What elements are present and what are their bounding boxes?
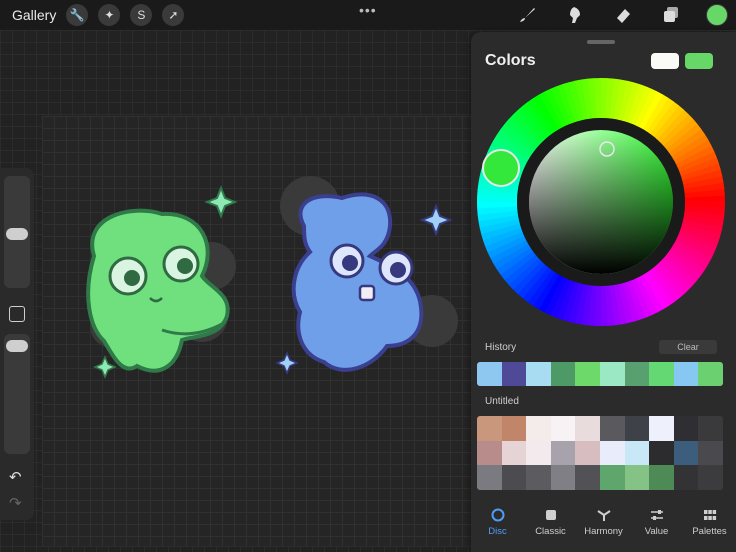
tab-palettes[interactable]: Palettes	[683, 502, 736, 542]
history-label: History	[485, 342, 517, 353]
history-swatch[interactable]	[673, 362, 699, 386]
layers-icon[interactable]	[660, 4, 682, 26]
magic-wand-icon[interactable]: ✦	[98, 4, 121, 26]
left-sidebar: ↶ ↷	[0, 168, 34, 520]
hue-handle[interactable]	[482, 149, 520, 187]
selection-icon[interactable]: S	[130, 4, 153, 26]
palette-label: Untitled	[485, 396, 519, 407]
palette-swatch[interactable]	[698, 465, 723, 490]
history-swatch[interactable]	[550, 362, 576, 386]
palette-swatch[interactable]	[673, 465, 699, 490]
tab-label: Disc	[488, 525, 507, 537]
current-color-button[interactable]	[706, 4, 728, 26]
more-options-handle[interactable]: •••	[359, 2, 377, 18]
palette-swatch[interactable]	[526, 465, 551, 490]
tab-label: Classic	[535, 525, 566, 537]
palette-swatch[interactable]	[477, 440, 502, 466]
smudge-icon[interactable]	[564, 4, 586, 26]
opacity-handle[interactable]	[6, 340, 28, 352]
classic-square-icon	[544, 508, 558, 522]
panel-title: Colors	[485, 52, 536, 69]
right-toolbar	[490, 4, 728, 26]
palette-swatch[interactable]	[575, 440, 600, 466]
palette-swatch[interactable]	[649, 440, 674, 466]
history-swatch[interactable]	[526, 362, 551, 386]
tab-disc[interactable]: Disc	[471, 502, 524, 542]
history-swatch[interactable]	[698, 362, 723, 386]
previous-color-swatch[interactable]	[651, 53, 679, 69]
artwork-illustration	[86, 176, 458, 379]
palette-swatch[interactable]	[624, 440, 650, 466]
palette-swatch[interactable]	[575, 465, 600, 490]
wrench-icon[interactable]: 🔧	[66, 4, 89, 26]
history-swatches	[477, 362, 723, 386]
palette-swatch[interactable]	[477, 465, 502, 490]
palette-swatch[interactable]	[526, 440, 551, 466]
palette-swatch[interactable]	[501, 440, 527, 466]
clear-history-button[interactable]: Clear	[659, 340, 717, 354]
palette-swatch[interactable]	[624, 465, 650, 490]
opacity-slider[interactable]	[4, 334, 30, 454]
undo-icon[interactable]: ↶	[9, 468, 22, 486]
palette-swatch[interactable]	[575, 416, 600, 441]
tab-label: Harmony	[584, 525, 623, 537]
history-swatch[interactable]	[575, 362, 600, 386]
redo-icon[interactable]: ↷	[9, 494, 22, 512]
tab-value[interactable]: Value	[630, 502, 683, 542]
palettes-grid-icon	[703, 508, 717, 522]
color-disc[interactable]	[471, 76, 736, 330]
palette-swatch[interactable]	[501, 416, 527, 441]
palette-swatch[interactable]	[600, 465, 625, 490]
history-swatch[interactable]	[624, 362, 650, 386]
tab-label: Value	[644, 525, 669, 537]
transform-arrow-icon[interactable]: ➚	[162, 4, 185, 26]
top-toolbar: Gallery 🔧 ✦ S ➚ •••	[0, 0, 736, 30]
tab-label: Palettes	[692, 525, 727, 537]
palette-swatch[interactable]	[550, 440, 576, 466]
palette-swatch[interactable]	[649, 465, 674, 490]
gallery-button[interactable]: Gallery	[12, 7, 56, 23]
palette-swatch[interactable]	[698, 416, 723, 441]
disc-icon	[491, 508, 505, 522]
history-swatch[interactable]	[599, 362, 625, 386]
value-sliders-icon	[650, 508, 664, 522]
current-color-swatch[interactable]	[685, 53, 713, 69]
eraser-icon[interactable]	[612, 4, 634, 26]
palette-swatch[interactable]	[600, 440, 625, 466]
tab-classic[interactable]: Classic	[524, 502, 577, 542]
history-swatch[interactable]	[477, 362, 502, 386]
history-swatch[interactable]	[649, 362, 674, 386]
color-mode-tabs: Disc Classic Harmony Value Palettes	[471, 502, 736, 542]
brush-icon[interactable]	[516, 4, 538, 26]
palette-grid	[477, 416, 723, 490]
modify-button[interactable]	[9, 306, 25, 322]
palette-swatch[interactable]	[673, 440, 699, 466]
palette-swatch[interactable]	[600, 416, 625, 441]
palette-swatch[interactable]	[673, 416, 699, 441]
palette-swatch[interactable]	[526, 416, 551, 441]
palette-swatch[interactable]	[550, 416, 576, 441]
brush-size-handle[interactable]	[6, 228, 28, 240]
palette-swatch[interactable]	[477, 416, 502, 441]
palette-swatch[interactable]	[624, 416, 650, 441]
artboard[interactable]	[42, 116, 472, 546]
tab-harmony[interactable]: Harmony	[577, 502, 630, 542]
harmony-icon	[596, 508, 611, 522]
palette-swatch[interactable]	[649, 416, 674, 441]
palette-swatch[interactable]	[550, 465, 576, 490]
colors-panel: Colors History Clear Untitled Disc Class…	[471, 32, 736, 552]
history-swatch[interactable]	[501, 362, 527, 386]
palette-swatch[interactable]	[698, 440, 723, 466]
palette-swatch[interactable]	[501, 465, 527, 490]
panel-grabber[interactable]	[587, 40, 615, 44]
